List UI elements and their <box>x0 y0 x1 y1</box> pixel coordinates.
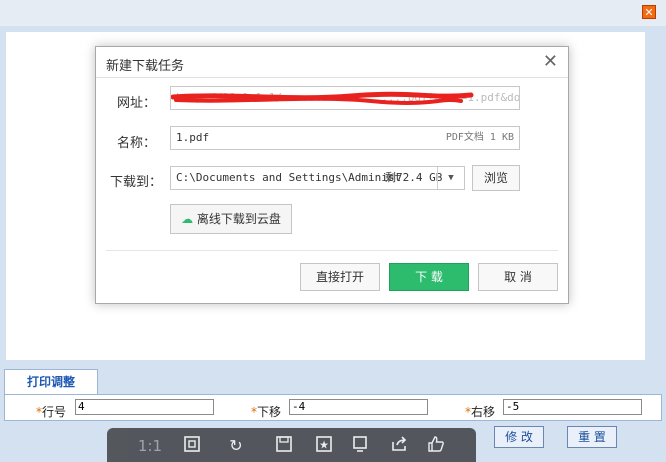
tab-print-adjust[interactable]: 打印调整 <box>4 369 98 395</box>
name-label: 名称： <box>116 136 156 151</box>
cloud-icon: ☁ <box>181 212 194 226</box>
down-label: *下移 <box>251 405 282 419</box>
tab-bar <box>0 368 666 394</box>
chevron-down-icon[interactable]: ▼ <box>437 167 464 189</box>
save-to-label: 下载到： <box>109 175 162 190</box>
fit-screen-icon[interactable] <box>181 435 203 457</box>
reset-button[interactable]: 重 置 <box>567 426 617 448</box>
close-icon[interactable]: ✕ <box>642 5 656 19</box>
top-bar <box>0 0 666 26</box>
save-icon[interactable] <box>273 435 295 457</box>
right-input[interactable]: -5 <box>503 399 642 415</box>
viewer-toolbar: 1:1 ↻ ★ <box>107 428 476 462</box>
offline-download-button[interactable]: ☁ 离线下载到云盘 <box>170 204 292 234</box>
url-label: 网址： <box>116 96 156 111</box>
file-info: PDF文档 1 KB <box>445 132 514 143</box>
divider <box>96 77 568 78</box>
favorite-icon[interactable]: ★ <box>313 435 335 457</box>
save-path-value: C:\Documents and Settings\Administ <box>176 171 402 184</box>
save-path-select[interactable]: C:\Documents and Settings\Administ 剩72.4… <box>170 166 465 190</box>
offline-download-label: 离线下载到云盘 <box>196 212 281 226</box>
row-input[interactable]: 4 <box>75 399 214 415</box>
browse-button[interactable]: 浏览 <box>472 165 520 191</box>
modify-button[interactable]: 修 改 <box>494 426 544 448</box>
cancel-button[interactable]: 取 消 <box>478 263 558 291</box>
filename-field[interactable]: 1.pdf PDF文档 1 KB <box>170 126 520 150</box>
url-field[interactable]: http://10.1.1.1/...................pdf?n… <box>170 86 520 110</box>
filename-value: 1.pdf <box>176 131 210 144</box>
down-input[interactable]: -4 <box>289 399 428 415</box>
open-directly-button[interactable]: 直接打开 <box>300 263 380 291</box>
close-icon[interactable]: ✕ <box>543 53 558 71</box>
zoom-actual-button[interactable]: 1:1 <box>135 435 165 457</box>
redaction-scribble <box>171 91 474 105</box>
row-label: *行号 <box>36 405 67 419</box>
dialog-title: 新建下载任务 <box>106 59 185 74</box>
right-label: *右移 <box>465 405 496 419</box>
rotate-icon[interactable]: ↻ <box>225 435 247 457</box>
print-icon[interactable] <box>349 435 371 457</box>
new-download-dialog: 新建下载任务 ✕ 网址： http://10.1.1.1/...........… <box>95 46 569 304</box>
svg-text:★: ★ <box>319 439 329 452</box>
free-space: 剩72.4 GB <box>385 171 443 184</box>
divider <box>106 250 558 251</box>
like-icon[interactable] <box>425 435 447 457</box>
share-icon[interactable] <box>388 435 410 457</box>
download-button[interactable]: 下 载 <box>389 263 469 291</box>
